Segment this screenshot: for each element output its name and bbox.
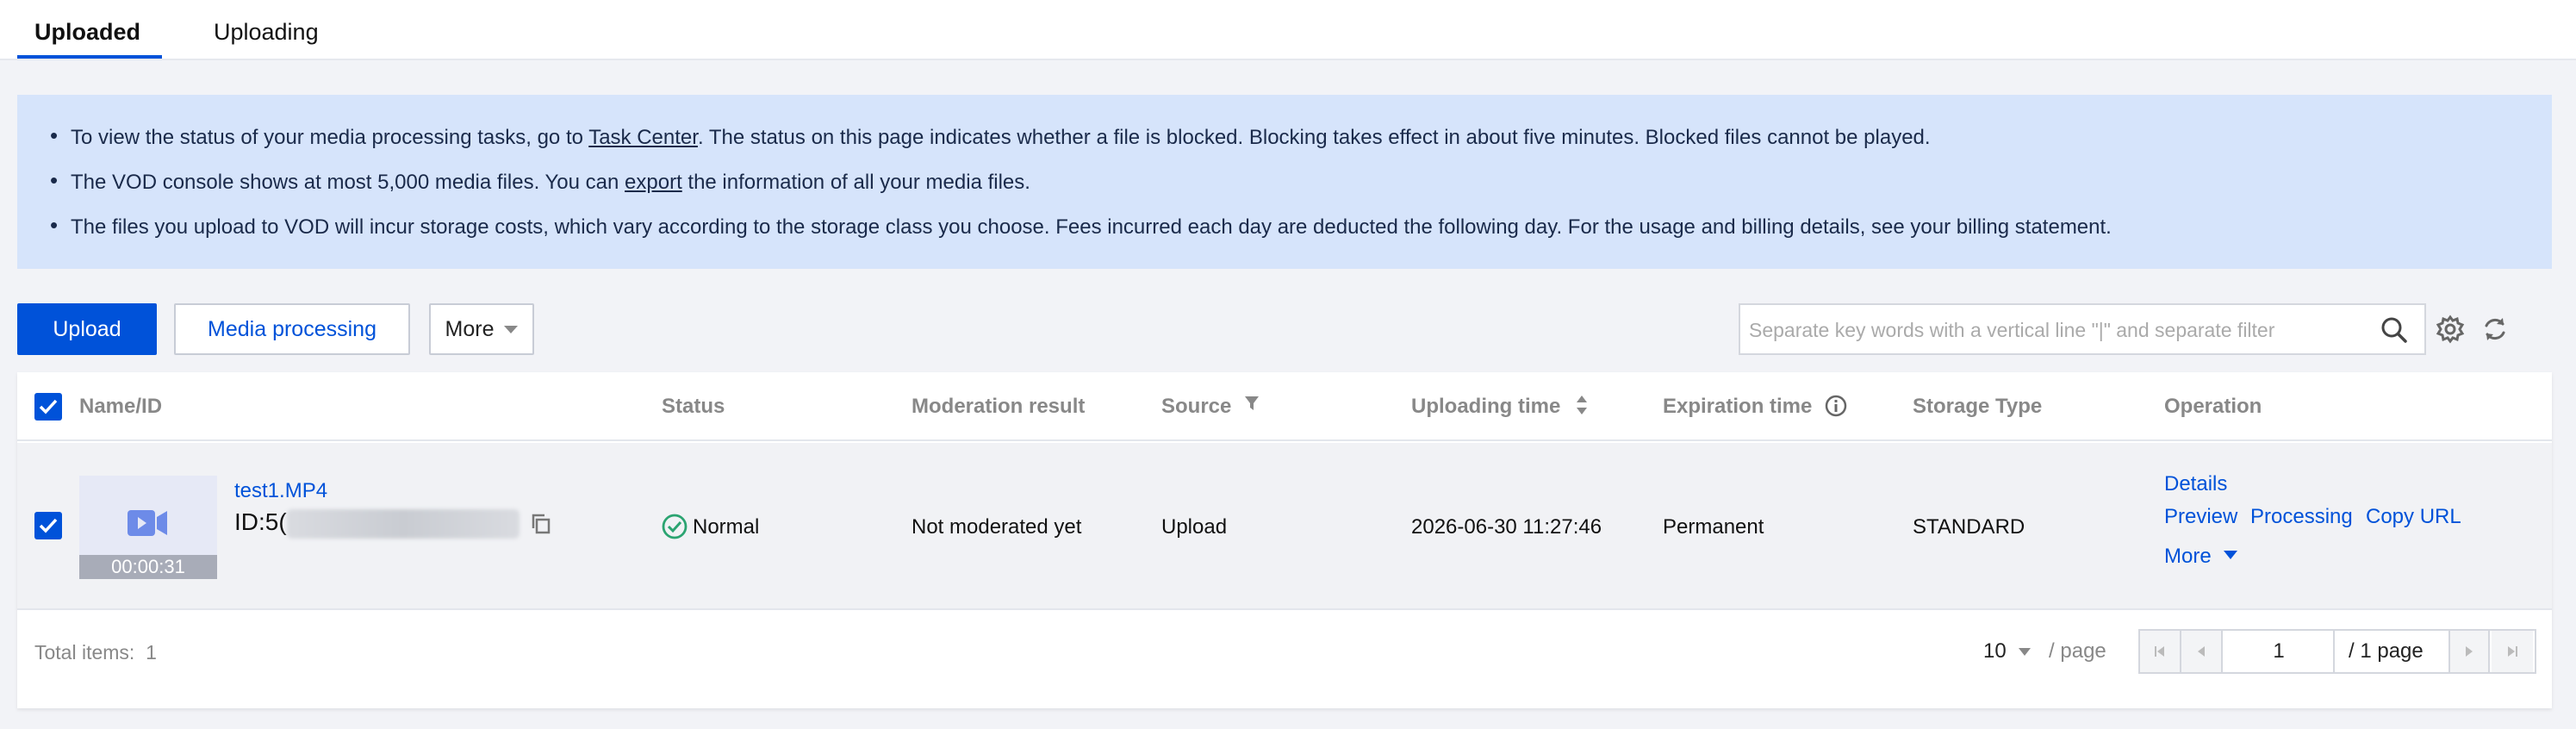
chevron-down-icon: [2224, 550, 2238, 559]
details-link[interactable]: Details: [2164, 472, 2227, 496]
bullet: •: [50, 212, 59, 238]
header-expiration-label: Expiration time: [1663, 395, 1813, 418]
gear-icon[interactable]: [2435, 314, 2466, 345]
video-duration: 00:00:31: [79, 555, 217, 579]
export-link[interactable]: export: [625, 171, 682, 194]
copy-url-link[interactable]: Copy URL: [2366, 505, 2461, 529]
page-size-value: 10: [1983, 639, 2007, 663]
header-uploading-time-label: Uploading time: [1411, 395, 1561, 418]
status-text: Normal: [693, 515, 760, 539]
status-cell: Normal: [662, 514, 760, 539]
processing-link[interactable]: Processing: [2250, 505, 2353, 529]
total-value: 1: [146, 641, 157, 664]
table-header: Name/ID Status Moderation result Source …: [17, 372, 2552, 441]
total-items: Total items: 1: [34, 641, 157, 664]
file-name-link[interactable]: test1.MP4: [234, 479, 327, 503]
preview-link[interactable]: Preview: [2164, 505, 2237, 529]
notice-text: The files you upload to VOD will incur s…: [71, 215, 2112, 239]
moderation-cell: Not moderated yet: [912, 515, 1082, 539]
task-center-link[interactable]: Task Center: [588, 126, 698, 149]
bullet: •: [50, 167, 59, 193]
uploading-time-cell: 2026-06-30 11:27:46: [1411, 515, 1602, 539]
redacted-id: [286, 508, 520, 539]
media-processing-button[interactable]: Media processing: [174, 303, 410, 355]
notice-text: To view the status of your media process…: [71, 126, 589, 149]
header-status: Status: [662, 395, 725, 418]
notice-line-2: • The VOD console shows at most 5,000 me…: [50, 167, 1030, 195]
last-page-button[interactable]: [2492, 631, 2533, 672]
info-notice: • To view the status of your media proce…: [17, 95, 2552, 269]
copy-icon[interactable]: [531, 513, 551, 535]
more-ops-dropdown[interactable]: More: [2164, 545, 2238, 569]
header-expiration: Expiration time: [1663, 395, 1847, 419]
notice-line-1: • To view the status of your media proce…: [50, 122, 1931, 150]
chevron-down-icon: [504, 325, 519, 333]
notice-text: . The status on this page indicates whet…: [697, 126, 1931, 149]
header-source-label: Source: [1161, 395, 1232, 418]
tab-uploading[interactable]: Uploading: [214, 19, 319, 46]
search-input[interactable]: [1749, 314, 2352, 346]
file-id: ID:5(: [234, 508, 551, 539]
check-circle-icon: [662, 514, 688, 539]
search-icon[interactable]: [2380, 315, 2409, 345]
upload-button[interactable]: Upload: [17, 303, 157, 355]
more-dropdown[interactable]: More: [429, 303, 534, 355]
header-source: Source: [1161, 395, 1260, 419]
sort-icon[interactable]: [1575, 395, 1589, 415]
last-page-icon: [2508, 646, 2517, 657]
filter-icon[interactable]: [1244, 395, 1260, 412]
media-table: Name/ID Status Moderation result Source …: [17, 372, 2552, 708]
active-tab-indicator: [17, 55, 162, 59]
refresh-icon[interactable]: [2480, 314, 2511, 345]
next-page-icon: [2466, 646, 2473, 657]
row-checkbox[interactable]: [34, 512, 62, 539]
prev-page-button[interactable]: [2181, 631, 2223, 672]
select-all-checkbox[interactable]: [34, 393, 62, 421]
storage-cell: STANDARD: [1913, 515, 2025, 539]
total-pages: / 1 page: [2349, 639, 2424, 663]
header-storage: Storage Type: [1913, 395, 2043, 418]
header-operation: Operation: [2164, 395, 2262, 418]
video-icon: [128, 510, 167, 536]
expiration-cell: Permanent: [1663, 515, 1764, 539]
tabs-bar: Uploaded Uploading: [0, 0, 2576, 60]
notice-text: The VOD console shows at most 5,000 medi…: [71, 171, 625, 194]
table-row: 00:00:31 test1.MP4 ID:5( Normal Not mode…: [17, 443, 2552, 610]
page-number-input[interactable]: [2224, 631, 2335, 672]
chevron-down-icon: [2019, 648, 2032, 657]
more-label: More: [445, 316, 495, 341]
prev-page-icon: [2198, 646, 2205, 657]
first-page-icon: [2155, 646, 2164, 657]
page-size-unit: / page: [2049, 639, 2106, 663]
header-moderation: Moderation result: [912, 395, 1086, 418]
pagination: / 1 page: [2138, 629, 2536, 674]
more-ops-label: More: [2164, 545, 2212, 568]
notice-line-3: • The files you upload to VOD will incur…: [50, 212, 2112, 240]
header-name: Name/ID: [79, 395, 163, 418]
search-box: [1739, 303, 2426, 355]
video-thumbnail[interactable]: 00:00:31: [79, 476, 217, 579]
info-icon[interactable]: [1825, 395, 1847, 417]
tab-uploaded[interactable]: Uploaded: [34, 19, 140, 46]
source-cell: Upload: [1161, 515, 1228, 539]
notice-text: the information of all your media files.: [681, 171, 1030, 194]
first-page-button[interactable]: [2140, 631, 2181, 672]
next-page-button[interactable]: [2448, 631, 2490, 672]
header-uploading-time: Uploading time: [1411, 395, 1589, 419]
bullet: •: [50, 122, 59, 148]
total-label: Total items:: [34, 641, 135, 664]
file-id-prefix: ID:5(: [234, 508, 287, 535]
page-size-select[interactable]: 10 / page: [1983, 639, 2106, 664]
